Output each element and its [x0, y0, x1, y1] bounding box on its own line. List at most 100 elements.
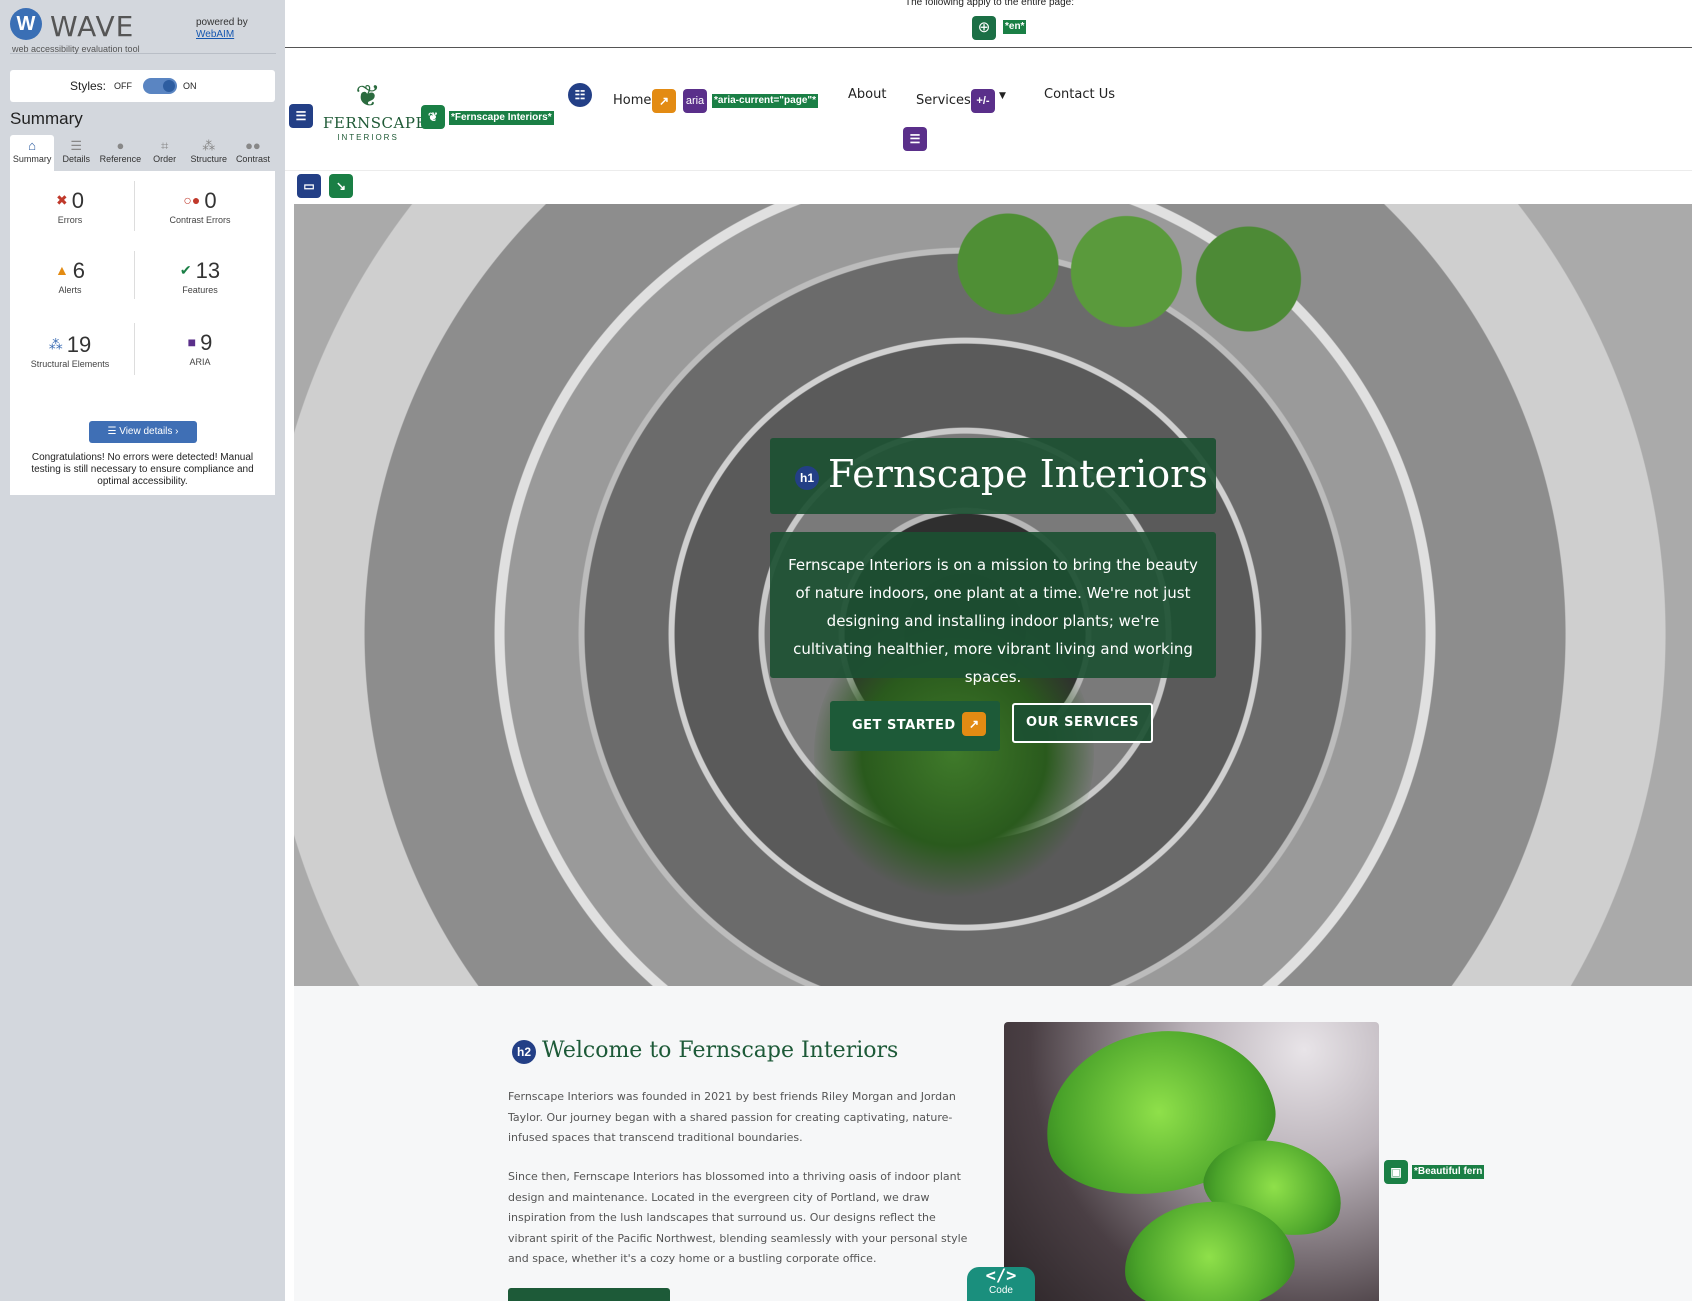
tab-details-label: Details	[62, 154, 91, 164]
contrast-errors-count: 0	[204, 188, 217, 213]
tab-reference[interactable]: ● Reference	[98, 135, 142, 171]
view-details-button[interactable]: ☰ View details ›	[89, 421, 197, 443]
aria-badge[interactable]: aria	[683, 89, 707, 113]
nav-about[interactable]: About	[848, 87, 886, 102]
contrast-errors-label: Contrast Errors	[169, 215, 231, 225]
fern-photo	[1004, 1022, 1379, 1301]
code-label: Code	[989, 1285, 1013, 1296]
code-icon: </>	[985, 1266, 1017, 1286]
styles-toggle[interactable]	[143, 78, 177, 94]
aria-label: ARIA	[189, 357, 211, 367]
header-region-icon[interactable]: ☰	[289, 104, 313, 128]
stat-features[interactable]: ✔ 13 Features	[140, 257, 260, 295]
logo-line1: FERNSCAPE	[323, 114, 427, 132]
h2-badge[interactable]: h2	[512, 1040, 536, 1064]
contrast-icon: ●●	[245, 138, 261, 153]
tab-contrast-label: Contrast	[235, 154, 270, 164]
divider	[134, 251, 135, 299]
structure-icon: ⁂	[202, 138, 216, 153]
tab-details[interactable]: ☰ Details	[54, 135, 98, 171]
powered-by: powered by WebAIM	[196, 17, 248, 41]
list-structure-icon[interactable]: ☷	[568, 83, 592, 107]
page-wide-note: The following apply to the entire page:	[905, 0, 1074, 8]
tab-order[interactable]: ⌗ Order	[143, 135, 187, 171]
welcome-paragraph-1: Fernscape Interiors was founded in 2021 …	[508, 1090, 956, 1144]
styles-off-label: OFF	[114, 81, 132, 91]
info-icon: ●	[116, 138, 125, 153]
styles-toggle-box: Styles: OFF ON	[10, 70, 275, 102]
wave-logo-icon: W	[10, 8, 42, 40]
fern-leaf-icon: ❦	[355, 80, 381, 113]
summary-heading: Summary	[10, 109, 83, 128]
image-alt-icon[interactable]: ▣	[1384, 1160, 1408, 1184]
styles-label: Styles:	[70, 79, 107, 93]
divider	[285, 47, 1692, 48]
wave-header: W WAVE web accessibility evaluation tool…	[10, 8, 276, 54]
tab-summary-label: Summary	[12, 154, 52, 164]
errors-label: Errors	[57, 215, 83, 225]
wave-tagline: web accessibility evaluation tool	[12, 44, 140, 54]
alert-icon: ▲	[54, 262, 69, 278]
divider	[134, 181, 135, 231]
stat-contrast-errors[interactable]: ○● 0 Contrast Errors	[140, 187, 260, 225]
welcome-section	[294, 986, 1692, 1301]
language-globe-icon[interactable]: ⊕	[972, 16, 996, 40]
home-icon: ⌂	[28, 138, 37, 153]
webaim-link[interactable]: WebAIM	[196, 29, 234, 40]
features-label: Features	[182, 285, 218, 295]
redundant-link-alert-icon[interactable]: ↗	[962, 712, 986, 736]
skip-link-icon[interactable]: ↘	[329, 174, 353, 198]
logo-alt-tag: *Fernscape Interiors*	[449, 111, 554, 125]
hero-text-box: Fernscape Interiors is on a mission to b…	[770, 532, 1216, 686]
learn-more-button[interactable]	[508, 1288, 670, 1301]
evaluated-page: The following apply to the entire page: …	[285, 0, 1692, 1301]
aria-count: 9	[200, 330, 213, 355]
nav-contact[interactable]: Contact Us	[1044, 87, 1115, 102]
hero-image: h1 Fernscape Interiors Fernscape Interio…	[294, 204, 1692, 986]
tab-summary[interactable]: ⌂ Summary	[10, 135, 55, 171]
errors-count: 0	[71, 188, 84, 213]
alerts-label: Alerts	[58, 285, 82, 295]
structure-tree-icon: ⁂	[48, 336, 63, 352]
tab-contrast[interactable]: ●● Contrast	[231, 135, 275, 171]
stat-aria[interactable]: ■ 9 ARIA	[140, 329, 260, 367]
divider	[285, 170, 1692, 171]
stat-alerts[interactable]: ▲ 6 Alerts	[10, 257, 130, 295]
nav-services[interactable]: Services	[916, 93, 971, 108]
main-region-icon[interactable]: ▭	[297, 174, 321, 198]
aria-expanded-badge[interactable]: +/-	[971, 89, 995, 113]
tab-structure-label: Structure	[190, 154, 228, 164]
our-services-button[interactable]: OUR SERVICES	[1012, 703, 1153, 743]
welcome-heading: Welcome to Fernscape Interiors	[542, 1038, 899, 1063]
aria-cube-icon: ■	[187, 334, 197, 350]
toggle-knob	[163, 80, 175, 92]
stat-structural[interactable]: ⁂ 19 Structural Elements	[10, 331, 130, 369]
aria-current-tag: *aria-current="page"*	[712, 94, 819, 108]
congrats-message: Congratulations! No errors were detected…	[31, 452, 254, 487]
aria-menu-icon[interactable]: ☰	[903, 127, 927, 151]
wave-title: WAVE	[50, 10, 135, 43]
potted-plants	[934, 204, 1304, 354]
tab-structure[interactable]: ⁂ Structure	[187, 135, 231, 171]
hero-title: Fernscape Interiors	[828, 452, 1208, 496]
nav-home[interactable]: Home	[613, 93, 651, 108]
view-details-label: View details ›	[119, 426, 179, 437]
alerts-count: 6	[72, 258, 86, 283]
hero-title-box: h1 Fernscape Interiors	[770, 438, 1216, 514]
styles-on-label: ON	[183, 81, 197, 91]
stat-errors[interactable]: ✖ 0 Errors	[10, 187, 130, 225]
code-toggle-button[interactable]: </> Code	[967, 1267, 1035, 1301]
wave-sidebar: W WAVE web accessibility evaluation tool…	[0, 0, 285, 1301]
h1-badge[interactable]: h1	[795, 466, 819, 490]
chevron-down-icon[interactable]: ▼	[999, 91, 1006, 101]
redundant-link-alert-icon[interactable]: ↗	[652, 89, 676, 113]
error-icon: ✖	[56, 192, 68, 208]
site-logo[interactable]: ❦ FERNSCAPE INTERIORS	[323, 80, 427, 156]
hero-text: Fernscape Interiors is on a mission to b…	[788, 556, 1198, 686]
order-icon: ⌗	[160, 138, 169, 153]
image-alt-tag: *Beautiful fern	[1412, 1165, 1485, 1179]
wave-tabs: ⌂ Summary ☰ Details ● Reference ⌗ Order ⁂ Str…	[10, 135, 275, 171]
feature-check-icon: ✔	[179, 262, 192, 278]
alt-text-icon[interactable]: ❦	[421, 105, 445, 129]
powered-by-text: powered by	[196, 17, 248, 28]
